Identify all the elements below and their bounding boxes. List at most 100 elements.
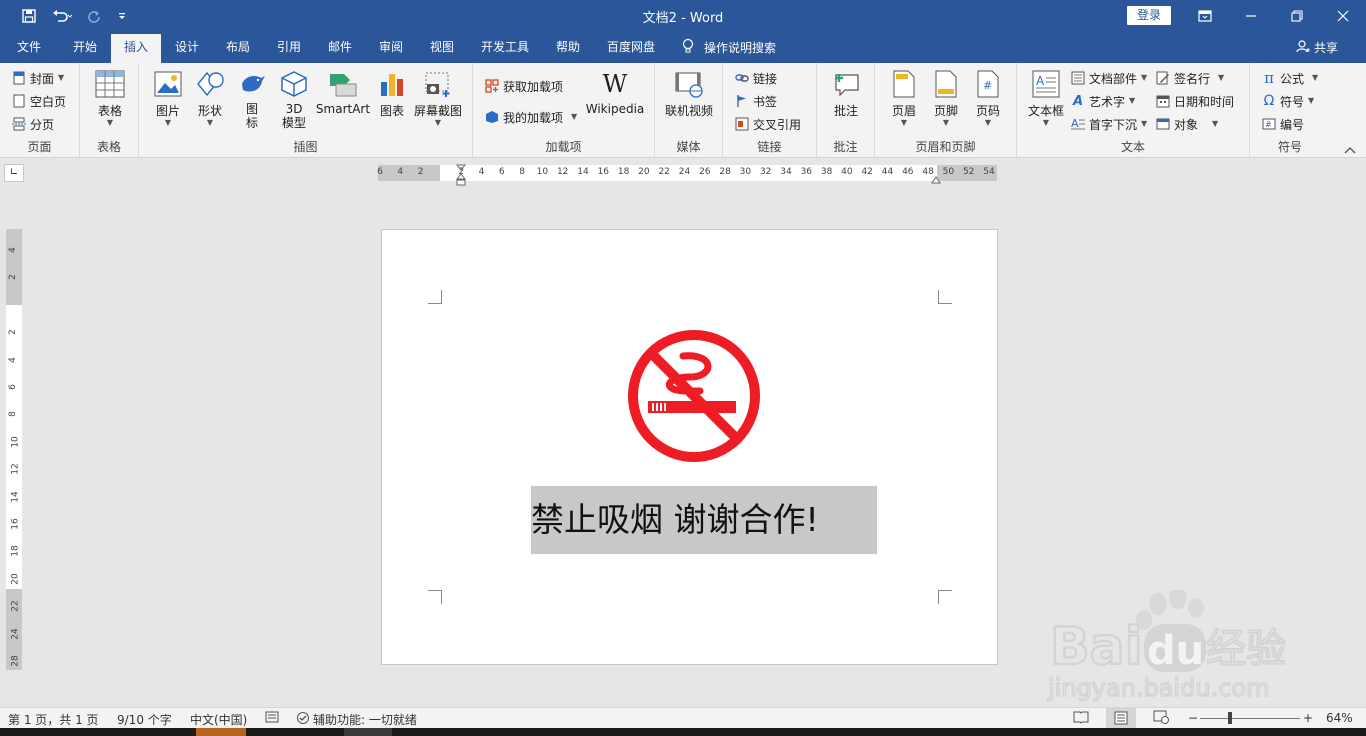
get-addins-button[interactable]: 获取加载项 [485, 76, 563, 96]
tell-me-search[interactable]: 操作说明搜索 [682, 32, 776, 63]
dropdown-arrow-icon: ▼ [1308, 96, 1315, 105]
tab-layout[interactable]: 布局 [215, 32, 261, 63]
quick-parts-button[interactable]: 文档部件 ▼ [1071, 68, 1147, 88]
page-number-button[interactable]: # 页码 ▼ [971, 69, 1005, 127]
quick-parts-icon [1071, 71, 1085, 85]
3d-models-button[interactable]: 3D 模型 [277, 69, 311, 130]
wordart-button[interactable]: A 艺术字 ▼ [1071, 91, 1135, 111]
ribbon-display-options-icon[interactable] [1182, 2, 1228, 30]
wikipedia-button[interactable]: W Wikipedia [585, 69, 645, 116]
chart-button[interactable]: 图表 [375, 69, 409, 119]
language-status[interactable]: 中文(中国) [190, 711, 247, 728]
page-break-button[interactable]: 分页 [12, 114, 54, 134]
date-time-button[interactable]: 日期和时间 [1156, 91, 1234, 111]
web-layout-icon[interactable] [1153, 710, 1169, 727]
tab-mailings[interactable]: 邮件 [317, 32, 363, 63]
link-icon [735, 71, 749, 85]
tab-references[interactable]: 引用 [266, 32, 312, 63]
ruler-tick-label: 18 [10, 545, 21, 558]
footer-button[interactable]: 页脚 ▼ [929, 69, 963, 127]
pictures-button[interactable]: 图片 ▼ [151, 69, 185, 127]
accessibility-status[interactable]: 辅助功能: 一切就绪 [296, 711, 417, 728]
minimize-icon[interactable] [1228, 2, 1274, 30]
group-text: A 文本框 ▼ 文档部件 ▼ A 艺术字 ▼ A 首字下沉 ▼ 签名行 ▼ 日期和时间 … [1017, 63, 1250, 158]
bookmark-button[interactable]: 书签 [735, 91, 777, 111]
smartart-button[interactable]: SmartArt [315, 69, 371, 116]
slogan-text[interactable]: 禁止吸烟 谢谢合作! [531, 486, 877, 554]
icons-label-bottom: 标 [245, 116, 258, 130]
tab-file[interactable]: 文件 [8, 32, 50, 63]
share-label: 共享 [1314, 41, 1339, 55]
number-label: 编号 [1280, 117, 1305, 132]
online-video-button[interactable]: 联机视频 [664, 69, 714, 119]
ruler-tick-label: 12 [556, 167, 569, 177]
horizontal-ruler[interactable]: 6 4 2 2 4 6 8 10 12 14 16 18 20 22 24 26 28 30 32 34 36 38 40 4… [377, 164, 997, 186]
quick-parts-label: 文档部件 [1089, 71, 1138, 86]
group-label-media: 媒体 [676, 140, 701, 154]
tab-developer[interactable]: 开发工具 [472, 32, 538, 63]
zoom-level[interactable]: 64% [1326, 711, 1353, 725]
macro-recording-icon[interactable] [265, 710, 279, 727]
page-count[interactable]: 第 1 页，共 1 页 [8, 711, 99, 728]
cover-page-button[interactable]: 封面 ▼ [12, 68, 64, 88]
ruler-tick-label: 4 [478, 167, 485, 177]
dropdown-arrow-icon: ▼ [1312, 73, 1319, 82]
print-layout-icon[interactable] [1106, 708, 1136, 728]
shapes-button[interactable]: 形状 ▼ [193, 69, 227, 127]
collapse-ribbon-icon[interactable] [1344, 143, 1358, 155]
ruler-tick-label: 16 [10, 518, 21, 530]
screenshot-button[interactable]: 屏幕截图 ▼ [413, 69, 463, 127]
dropdown-arrow-icon: ▼ [1129, 96, 1136, 105]
equation-button[interactable]: π 公式 ▼ [1262, 68, 1318, 88]
zoom-slider-thumb[interactable] [1228, 712, 1232, 724]
document-page[interactable]: 禁止吸烟 谢谢合作! [381, 229, 998, 665]
read-mode-icon[interactable] [1073, 710, 1089, 727]
ruler-tick-label: 52 [962, 167, 975, 177]
tab-home[interactable]: 开始 [62, 32, 108, 63]
share-button[interactable]: 共享 [1296, 32, 1338, 63]
ruler-tick-label: 4 [7, 356, 18, 363]
drop-cap-button[interactable]: A 首字下沉 ▼ [1071, 114, 1147, 134]
word-count[interactable]: 9/10 个字 [117, 711, 172, 728]
restore-icon[interactable] [1274, 2, 1320, 30]
wordart-icon: A [1072, 93, 1084, 109]
taskbar-app-item[interactable] [196, 728, 246, 736]
taskbar-app-item[interactable] [344, 728, 392, 736]
taskbar [0, 728, 1366, 736]
text-box-button[interactable]: A 文本框 ▼ [1025, 69, 1067, 127]
table-button[interactable]: 表格 ▼ [92, 69, 128, 127]
header-button[interactable]: 页眉 ▼ [887, 69, 921, 127]
tab-review[interactable]: 审阅 [368, 32, 414, 63]
ruler-tick-label: 24 [10, 627, 21, 640]
close-icon[interactable] [1320, 2, 1366, 30]
ruler-tick-label: 40 [841, 167, 853, 177]
ruler-tick-label: 42 [861, 167, 873, 177]
vertical-ruler[interactable]: 4 2 2 4 6 8 10 12 14 16 18 20 22 24 28 [6, 229, 22, 670]
signature-line-button[interactable]: 签名行 ▼ [1156, 68, 1224, 88]
margin-corner-top-left [428, 290, 442, 304]
tab-selector[interactable]: ∟ [4, 164, 24, 182]
tab-insert[interactable]: 插入 [111, 34, 161, 63]
table-label: 表格 [97, 104, 122, 118]
zoom-slider[interactable] [1200, 718, 1300, 719]
cross-reference-button[interactable]: 交叉引用 [735, 114, 801, 134]
symbol-button[interactable]: Ω 符号 ▼ [1262, 91, 1315, 111]
blank-page-button[interactable]: 空白页 [12, 91, 66, 111]
login-button[interactable]: 登录 [1127, 6, 1171, 25]
my-addins-button[interactable]: 我的加载项 ▼ [485, 107, 577, 127]
group-label-addins: 加载项 [545, 140, 582, 154]
drop-cap-icon: A [1071, 117, 1085, 131]
number-button[interactable]: # 编号 [1262, 114, 1304, 134]
object-button[interactable]: 对象 ▼ [1156, 114, 1218, 134]
icons-button[interactable]: 图 标 [235, 69, 269, 130]
tab-design[interactable]: 设计 [164, 32, 210, 63]
zoom-in-button[interactable]: + [1303, 711, 1313, 725]
tab-view[interactable]: 视图 [419, 32, 465, 63]
page-break-label: 分页 [30, 117, 55, 132]
tab-baidu-netdisk[interactable]: 百度网盘 [598, 32, 664, 63]
new-comment-button[interactable]: 批注 [829, 69, 863, 119]
link-button[interactable]: 链接 [735, 68, 777, 88]
no-smoking-icon[interactable] [625, 327, 763, 465]
tab-help[interactable]: 帮助 [545, 32, 591, 63]
zoom-out-button[interactable]: − [1188, 711, 1198, 725]
